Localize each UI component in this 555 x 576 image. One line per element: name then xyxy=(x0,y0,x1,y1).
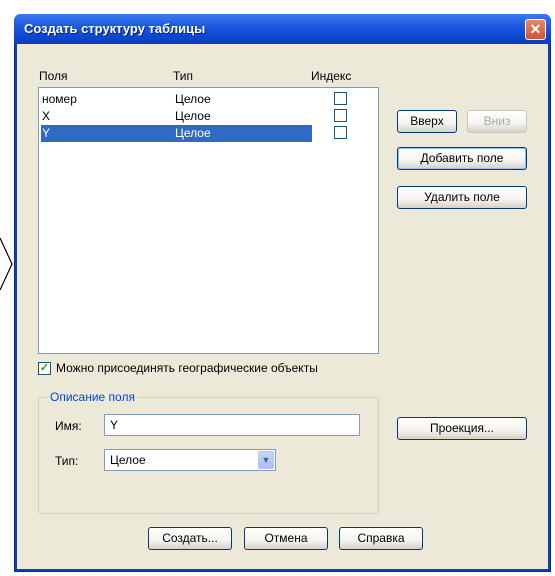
column-header-index: Индекс xyxy=(311,69,352,83)
close-button[interactable]: ✕ xyxy=(525,19,546,40)
name-label: Имя: xyxy=(55,419,82,433)
dialog-title: Создать структуру таблицы xyxy=(24,21,206,36)
check-icon: ✓ xyxy=(39,362,50,374)
create-button[interactable]: Создать... xyxy=(148,527,232,550)
field-type: Целое xyxy=(175,109,211,123)
move-down-button[interactable]: Вниз xyxy=(467,110,527,133)
field-name: X xyxy=(42,109,51,123)
type-label: Тип: xyxy=(55,454,79,468)
cancel-button[interactable]: Отмена xyxy=(244,527,328,550)
list-item[interactable]: номер Целое xyxy=(41,91,312,108)
projection-button[interactable]: Проекция... xyxy=(397,417,527,440)
dialog-window: Создать структуру таблицы ✕ Поля Тип Инд… xyxy=(14,14,551,572)
geo-objects-checkbox[interactable]: ✓ xyxy=(38,362,51,375)
column-header-type: Тип xyxy=(173,69,194,83)
field-type: Целое xyxy=(175,92,211,106)
field-name: номер xyxy=(42,92,77,106)
delete-field-button[interactable]: Удалить поле xyxy=(397,186,527,209)
chevron-down-icon[interactable]: ▼ xyxy=(258,451,274,469)
list-item-selected[interactable]: Y Целое xyxy=(41,125,312,142)
field-type: Целое xyxy=(175,126,211,140)
index-checkbox[interactable] xyxy=(334,109,347,122)
pointer-arrow-icon xyxy=(0,237,13,291)
column-header-fields: Поля xyxy=(39,69,68,83)
type-select-value: Целое xyxy=(110,453,146,467)
help-button[interactable]: Справка xyxy=(339,527,423,550)
list-item[interactable]: X Целое xyxy=(41,108,312,125)
geo-objects-label: Можно присоединять географические объект… xyxy=(56,361,318,375)
field-name: Y xyxy=(42,126,51,140)
index-checkbox[interactable] xyxy=(334,92,347,105)
index-checkbox[interactable] xyxy=(334,126,347,139)
name-input[interactable]: Y xyxy=(104,414,360,436)
dialog-client-area: Поля Тип Индекс номер Целое X Целое Y Це… xyxy=(17,44,548,569)
type-select[interactable]: Целое ▼ xyxy=(104,449,276,471)
name-input-value: Y xyxy=(110,418,119,432)
move-up-button[interactable]: Вверх xyxy=(397,110,457,133)
field-description-legend: Описание поля xyxy=(47,390,138,404)
add-field-button[interactable]: Добавить поле xyxy=(397,147,527,170)
fields-listbox[interactable]: номер Целое X Целое Y Целое xyxy=(38,87,379,354)
title-bar[interactable]: Создать структуру таблицы ✕ xyxy=(14,14,551,44)
close-icon: ✕ xyxy=(529,21,542,37)
